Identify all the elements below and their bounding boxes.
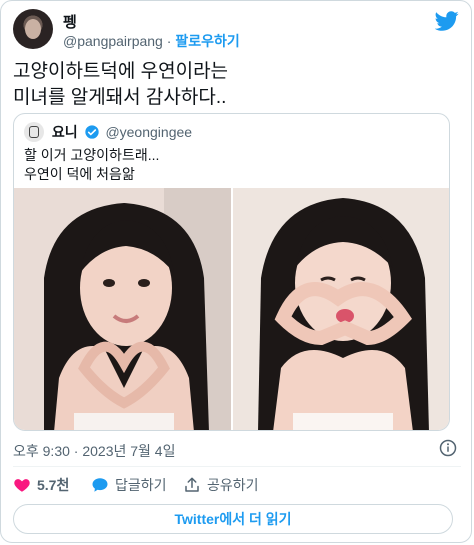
quoted-author-avatar bbox=[24, 122, 44, 142]
tweet-text: 고양이하트덕에 우연이라는 미녀를 알게돼서 감사하다.. bbox=[13, 61, 229, 108]
author-handle[interactable]: @pangpairpang bbox=[63, 33, 163, 49]
verified-badge-icon bbox=[84, 125, 99, 139]
tweet-embed-card: 펭 @pangpairpang · 팔로우하기 고양이하트덕에 우연이라는 미녀… bbox=[0, 0, 472, 543]
quoted-author-handle: @yeongingee bbox=[105, 124, 193, 140]
heart-icon bbox=[14, 479, 30, 492]
quoted-photo-2[interactable] bbox=[233, 188, 449, 430]
read-more-button[interactable]: Twitter에서 더 읽기 bbox=[13, 504, 453, 534]
quoted-tweet-text: 할 이거 고양이하트래... 우연이 덕에 처음앎 bbox=[24, 147, 160, 182]
like-button[interactable]: 5.7천 bbox=[13, 475, 69, 495]
author-avatar[interactable] bbox=[13, 9, 53, 49]
tweet-timestamp[interactable]: 오후 9:30 · 2023년 7월 4일 bbox=[13, 441, 175, 461]
tweet-actions: 5.7천 답글하기 공유하기 bbox=[13, 475, 461, 497]
quoted-author-name: 요니 bbox=[51, 124, 78, 140]
share-label: 공유하기 bbox=[207, 477, 259, 493]
share-icon bbox=[185, 477, 199, 492]
reply-button[interactable]: 답글하기 bbox=[91, 475, 167, 495]
reply-bubble-icon bbox=[92, 478, 108, 492]
author-name[interactable]: 펭 bbox=[63, 11, 77, 32]
quoted-tweet[interactable]: 요니 @yeongingee 할 이거 고양이하트래... 우연이 덕에 처음앎 bbox=[13, 113, 450, 431]
quoted-tweet-header: 요니 @yeongingee bbox=[24, 122, 192, 142]
handle-separator: · bbox=[166, 33, 172, 49]
quoted-photo-1[interactable] bbox=[14, 188, 231, 430]
info-icon[interactable] bbox=[439, 439, 457, 457]
share-button[interactable]: 공유하기 bbox=[183, 475, 259, 495]
author-handle-row: @pangpairpang · 팔로우하기 bbox=[63, 31, 240, 51]
like-count: 5.7천 bbox=[37, 477, 70, 493]
twitter-bird-icon[interactable] bbox=[435, 9, 459, 33]
tweet-header: 펭 @pangpairpang · 팔로우하기 bbox=[13, 9, 461, 53]
actions-divider bbox=[13, 466, 461, 467]
reply-label: 답글하기 bbox=[115, 477, 167, 493]
follow-button[interactable]: 팔로우하기 bbox=[175, 33, 239, 49]
